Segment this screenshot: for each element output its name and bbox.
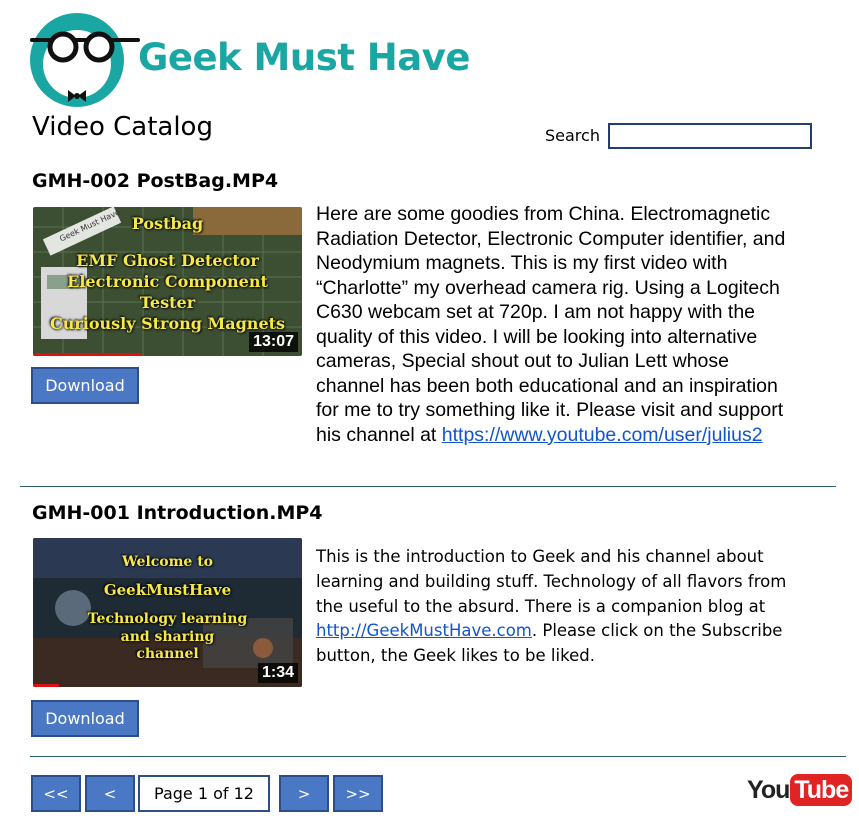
site-logo[interactable]: Geek Must Have	[30, 12, 470, 112]
prev-page-button[interactable]: <	[85, 775, 135, 812]
thumbnail-caption: EMF Ghost Detector	[76, 251, 259, 270]
description-text: This is the introduction to Geek and his…	[316, 547, 787, 616]
geek-mascot-icon	[30, 13, 140, 107]
brand-name: Geek Must Have	[138, 36, 470, 79]
thumbnail-caption: and sharing	[120, 629, 215, 645]
next-page-button[interactable]: >	[279, 775, 329, 812]
thumbnail-caption: Technology learning	[87, 611, 248, 627]
thumbnail-caption: channel	[136, 646, 199, 662]
page-indicator: Page 1 of 12	[138, 775, 270, 812]
youtube-logo-you: You	[747, 775, 790, 804]
section-divider	[20, 486, 836, 487]
video-thumbnail[interactable]: Welcome to GeekMustHave Technology learn…	[33, 538, 302, 687]
thumbnail-caption: Tester	[139, 293, 196, 312]
description-text: Here are some goodies from China. Electr…	[316, 203, 786, 446]
section-divider	[30, 756, 846, 757]
description-link[interactable]: https://www.youtube.com/user/julius2	[442, 424, 763, 446]
search-input[interactable]	[608, 123, 812, 149]
watch-progress-bar	[33, 684, 59, 687]
first-page-button[interactable]: <<	[31, 775, 81, 812]
search-label: Search	[545, 126, 600, 145]
video-duration: 13:07	[249, 332, 298, 352]
download-button[interactable]: Download	[31, 700, 139, 737]
thumbnail-caption: Curiously Strong Magnets	[49, 314, 286, 333]
video-description: Here are some goodies from China. Electr…	[316, 202, 796, 447]
last-page-button[interactable]: >>	[333, 775, 383, 812]
thumbnail-caption: Postbag	[131, 214, 204, 233]
video-thumbnail[interactable]: Geek Must Have Postbag EMF Ghost Detecto…	[33, 207, 302, 356]
download-button[interactable]: Download	[31, 367, 139, 404]
thumbnail-caption: Welcome to	[121, 554, 214, 570]
youtube-logo-tube: Tube	[790, 774, 853, 806]
page-title: Video Catalog	[32, 112, 213, 142]
thumbnail-caption: GeekMustHave	[103, 581, 232, 599]
thumbnail-caption: Electronic Component	[67, 272, 268, 291]
video-title[interactable]: GMH-001 Introduction.MP4	[32, 502, 323, 524]
description-link[interactable]: http://GeekMustHave.com	[316, 621, 532, 640]
video-description: This is the introduction to Geek and his…	[316, 545, 806, 669]
video-duration: 1:34	[257, 663, 298, 683]
video-title[interactable]: GMH-002 PostBag.MP4	[32, 170, 278, 192]
watch-progress-bar	[33, 353, 141, 356]
youtube-logo[interactable]: You Tube	[747, 772, 853, 808]
